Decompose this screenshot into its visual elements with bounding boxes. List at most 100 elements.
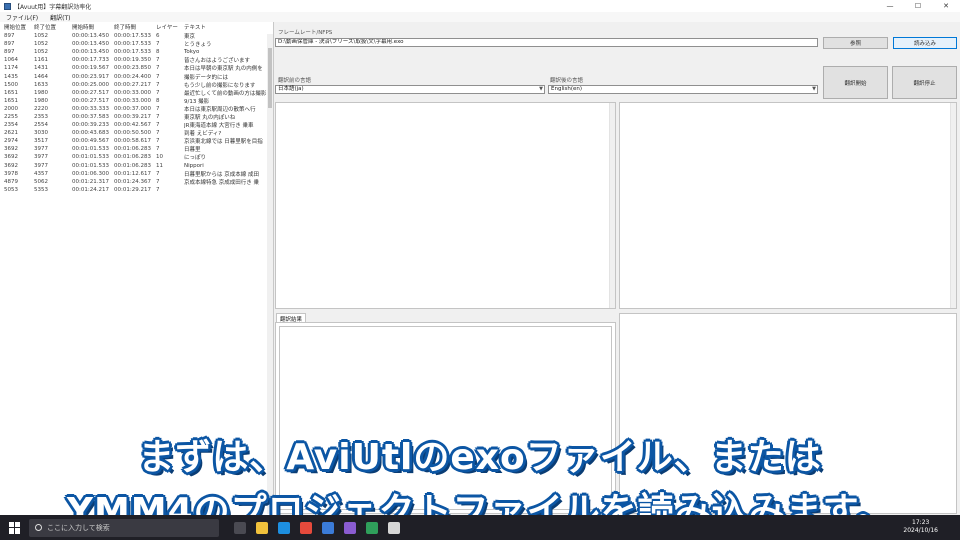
list-cell: 撮影データ的には bbox=[184, 74, 229, 81]
file-path-input[interactable]: D:\動画保管庫 - 決済\フリーズ\取扱\文\字幕用.exo bbox=[275, 38, 818, 47]
list-row[interactable]: 1064 1161 00:00:17.733 00:00:19.350 7 皆さんおはよう… bbox=[0, 56, 273, 64]
list-cell: 00:00:27.217 bbox=[114, 81, 151, 88]
browse-button[interactable]: 参照 bbox=[823, 37, 888, 49]
list-row[interactable]: 1651 1980 00:00:27.517 00:00:33.000 7 最近忙しくて前… bbox=[0, 89, 273, 97]
list-row[interactable]: 897 1052 00:00:13.450 00:00:17.533 7 とうきょう bbox=[0, 40, 273, 48]
column-header[interactable]: 開始位置 bbox=[0, 23, 34, 31]
list-cell: 6 bbox=[156, 33, 160, 40]
close-icon[interactable]: ✕ bbox=[932, 0, 960, 12]
translate-stop-button[interactable]: 翻訳停止 bbox=[892, 66, 957, 99]
list-row[interactable]: 897 1052 00:00:13.450 00:00:17.533 8 Tokyo bbox=[0, 48, 273, 56]
list-cell: もう少し前の撮影になります bbox=[184, 82, 256, 89]
list-cell: 00:00:17.533 bbox=[114, 41, 151, 48]
list-cell: 最近忙しくて前の動画の方は撮影 bbox=[184, 90, 267, 97]
list-cell: 2354 bbox=[4, 122, 18, 129]
list-cell: 00:00:37.000 bbox=[114, 105, 151, 112]
list-row[interactable]: 2000 2220 00:00:33.333 00:00:37.000 7 本日は東京駅周… bbox=[0, 105, 273, 113]
column-header[interactable]: テキスト bbox=[184, 23, 270, 31]
app-icon-green[interactable] bbox=[366, 521, 378, 534]
column-header[interactable]: 終了時間 bbox=[114, 23, 154, 31]
list-row[interactable]: 1500 1633 00:00:25.000 00:00:27.217 7 もう少し前の撮… bbox=[0, 81, 273, 89]
pane-scrollbar[interactable] bbox=[950, 103, 956, 308]
frame-rate-label: フレームレート/NFPS bbox=[278, 30, 333, 36]
list-cell: 7 bbox=[156, 105, 160, 112]
load-button[interactable]: 読み込み bbox=[893, 37, 957, 49]
scroll-thumb[interactable] bbox=[268, 48, 272, 108]
list-row[interactable]: 2354 2554 00:00:39.233 00:00:42.567 7 JR東海道本線… bbox=[0, 121, 273, 129]
list-cell: 7 bbox=[156, 138, 160, 145]
pane-scrollbar[interactable] bbox=[609, 103, 615, 308]
list-cell: 00:01:01.533 bbox=[72, 154, 109, 161]
store-icon[interactable] bbox=[322, 521, 334, 534]
list-cell: 7 bbox=[156, 89, 160, 96]
list-cell: 00:01:01.533 bbox=[72, 146, 109, 153]
list-cell: 1435 bbox=[4, 73, 18, 80]
list-cell: 京成本線特急 京成成田行き 乗 bbox=[184, 179, 259, 186]
list-cell: 1980 bbox=[34, 97, 48, 104]
windows-start-icon[interactable] bbox=[9, 521, 21, 534]
list-cell: 00:00:49.567 bbox=[72, 138, 109, 145]
list-cell: 2220 bbox=[34, 105, 48, 112]
list-cell: 2000 bbox=[4, 105, 18, 112]
source-lang-value: 日本語(ja) bbox=[278, 86, 304, 92]
list-row[interactable]: 1174 1431 00:00:19.567 00:00:23.850 7 本日は早朝の東… bbox=[0, 64, 273, 72]
list-cell: 7 bbox=[156, 130, 160, 137]
list-row[interactable]: 3978 4357 00:01:06.300 00:01:12.617 7 日暮里駅からは… bbox=[0, 170, 273, 178]
taskbar-apps bbox=[229, 521, 405, 534]
list-cell: 00:00:13.450 bbox=[72, 33, 109, 40]
list-cell: 3977 bbox=[34, 154, 48, 161]
list-row[interactable]: 1651 1980 00:00:27.517 00:00:33.000 8 9/13 撮影 bbox=[0, 97, 273, 105]
list-cell: 東京駅 丸の内ぽいね bbox=[184, 114, 236, 121]
list-row[interactable]: 2974 3517 00:00:49.567 00:00:58.617 7 京浜東北線では… bbox=[0, 137, 273, 145]
list-cell: 00:00:43.683 bbox=[72, 130, 109, 137]
app-icon-gray[interactable] bbox=[388, 521, 400, 534]
visual-studio-icon[interactable] bbox=[344, 521, 356, 534]
list-cell: 00:00:23.917 bbox=[72, 73, 109, 80]
minimize-icon[interactable]: — bbox=[876, 0, 904, 12]
list-cell: 本日は早朝の東京駅 丸の内側を bbox=[184, 66, 263, 73]
menu-file[interactable]: ファイル(F) bbox=[0, 13, 44, 22]
task-view-icon[interactable] bbox=[234, 521, 246, 534]
column-header[interactable]: 終了位置 bbox=[34, 23, 72, 31]
list-cell: 897 bbox=[4, 49, 15, 56]
translate-start-button[interactable]: 翻訳開始 bbox=[823, 66, 888, 99]
chrome-icon[interactable] bbox=[300, 521, 312, 534]
list-cell: 00:01:24.217 bbox=[72, 186, 109, 193]
menu-translate[interactable]: 翻訳(T) bbox=[44, 13, 76, 22]
target-lang-select[interactable]: English(en) ▼ bbox=[548, 85, 818, 94]
taskbar-search-input[interactable]: ここに入力して検索 bbox=[29, 518, 219, 537]
source-text-pane[interactable] bbox=[275, 102, 616, 309]
list-cell: 到着 えビディ? bbox=[184, 131, 222, 138]
title-bar: 【Avuut用】字幕翻訳効率化 — ☐ ✕ bbox=[0, 0, 960, 12]
list-cell: 1980 bbox=[34, 89, 48, 96]
edge-icon[interactable] bbox=[278, 521, 290, 534]
list-row[interactable]: 3692 3977 00:01:01.533 00:01:06.283 10 にっぽり bbox=[0, 153, 273, 161]
system-clock[interactable]: 17:23 2024/10/16 bbox=[903, 519, 938, 535]
target-text-pane[interactable] bbox=[619, 102, 957, 309]
list-row[interactable]: 2255 2353 00:00:37.583 00:00:39.217 7 東京駅 丸の内… bbox=[0, 113, 273, 121]
column-header[interactable]: レイヤー bbox=[154, 23, 184, 31]
list-row[interactable]: 1435 1464 00:00:23.917 00:00:24.400 7 撮影データ的に… bbox=[0, 72, 273, 81]
list-cell: とうきょう bbox=[184, 42, 212, 49]
file-explorer-icon[interactable] bbox=[256, 521, 268, 534]
list-row[interactable]: 5053 5353 00:01:24.217 00:01:29.217 7 bbox=[0, 186, 273, 194]
list-cell: 1431 bbox=[34, 65, 48, 72]
list-cell: 7 bbox=[156, 186, 160, 193]
list-row[interactable]: 2621 3030 00:00:43.683 00:00:50.500 7 到着 えビディ… bbox=[0, 129, 273, 137]
list-row[interactable]: 3692 3977 00:01:01.533 00:01:06.283 7 日暮里 bbox=[0, 145, 273, 153]
list-row[interactable]: 4879 5062 00:01:21.317 00:01:24.367 7 京成本線特急 … bbox=[0, 178, 273, 186]
list-cell: 9/13 撮影 bbox=[184, 98, 210, 105]
list-cell: 日暮里 bbox=[184, 147, 201, 154]
clock-time: 17:23 bbox=[912, 519, 930, 526]
source-lang-select[interactable]: 日本語(ja) ▼ bbox=[275, 85, 545, 94]
list-row[interactable]: 3692 3977 00:01:01.533 00:01:06.283 11 Nippor… bbox=[0, 162, 273, 170]
list-row[interactable]: 897 1052 00:00:13.450 00:00:17.533 6 東京 bbox=[0, 32, 273, 40]
list-cell: 00:00:13.450 bbox=[72, 41, 109, 48]
list-cell: 00:00:13.450 bbox=[72, 49, 109, 56]
list-cell: 7 bbox=[156, 170, 160, 177]
maximize-icon[interactable]: ☐ bbox=[904, 0, 932, 12]
list-cell: 7 bbox=[156, 81, 160, 88]
list-cell: 00:01:06.283 bbox=[114, 154, 151, 161]
column-header[interactable]: 開始時間 bbox=[72, 23, 114, 31]
list-cell: 5053 bbox=[4, 186, 18, 193]
